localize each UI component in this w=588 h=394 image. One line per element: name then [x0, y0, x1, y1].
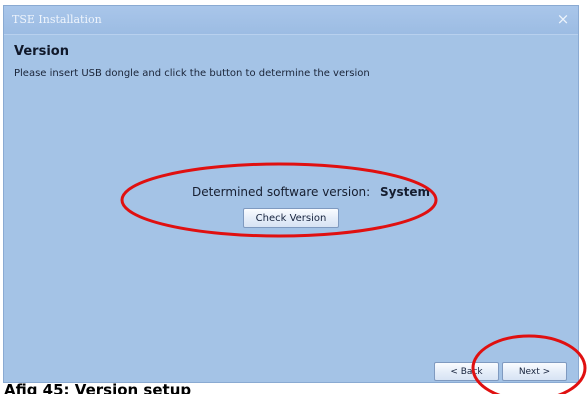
version-row: Determined software version: System: [4, 185, 578, 199]
title-bar: TSE Installation ×: [4, 6, 578, 35]
figure-caption: Afig 45: Version setup: [4, 381, 192, 394]
page-heading: Version: [14, 44, 69, 59]
check-version-button[interactable]: Check Version: [243, 208, 339, 228]
close-icon[interactable]: ×: [554, 10, 572, 28]
window-title: TSE Installation: [12, 13, 102, 26]
installation-dialog: TSE Installation × Version Please insert…: [3, 5, 579, 383]
back-button[interactable]: < Back: [434, 362, 499, 381]
version-value: System: [380, 185, 431, 199]
next-button[interactable]: Next >: [502, 362, 567, 381]
version-label: Determined software version:: [191, 185, 371, 199]
instruction-text: Please insert USB dongle and click the b…: [14, 68, 370, 79]
